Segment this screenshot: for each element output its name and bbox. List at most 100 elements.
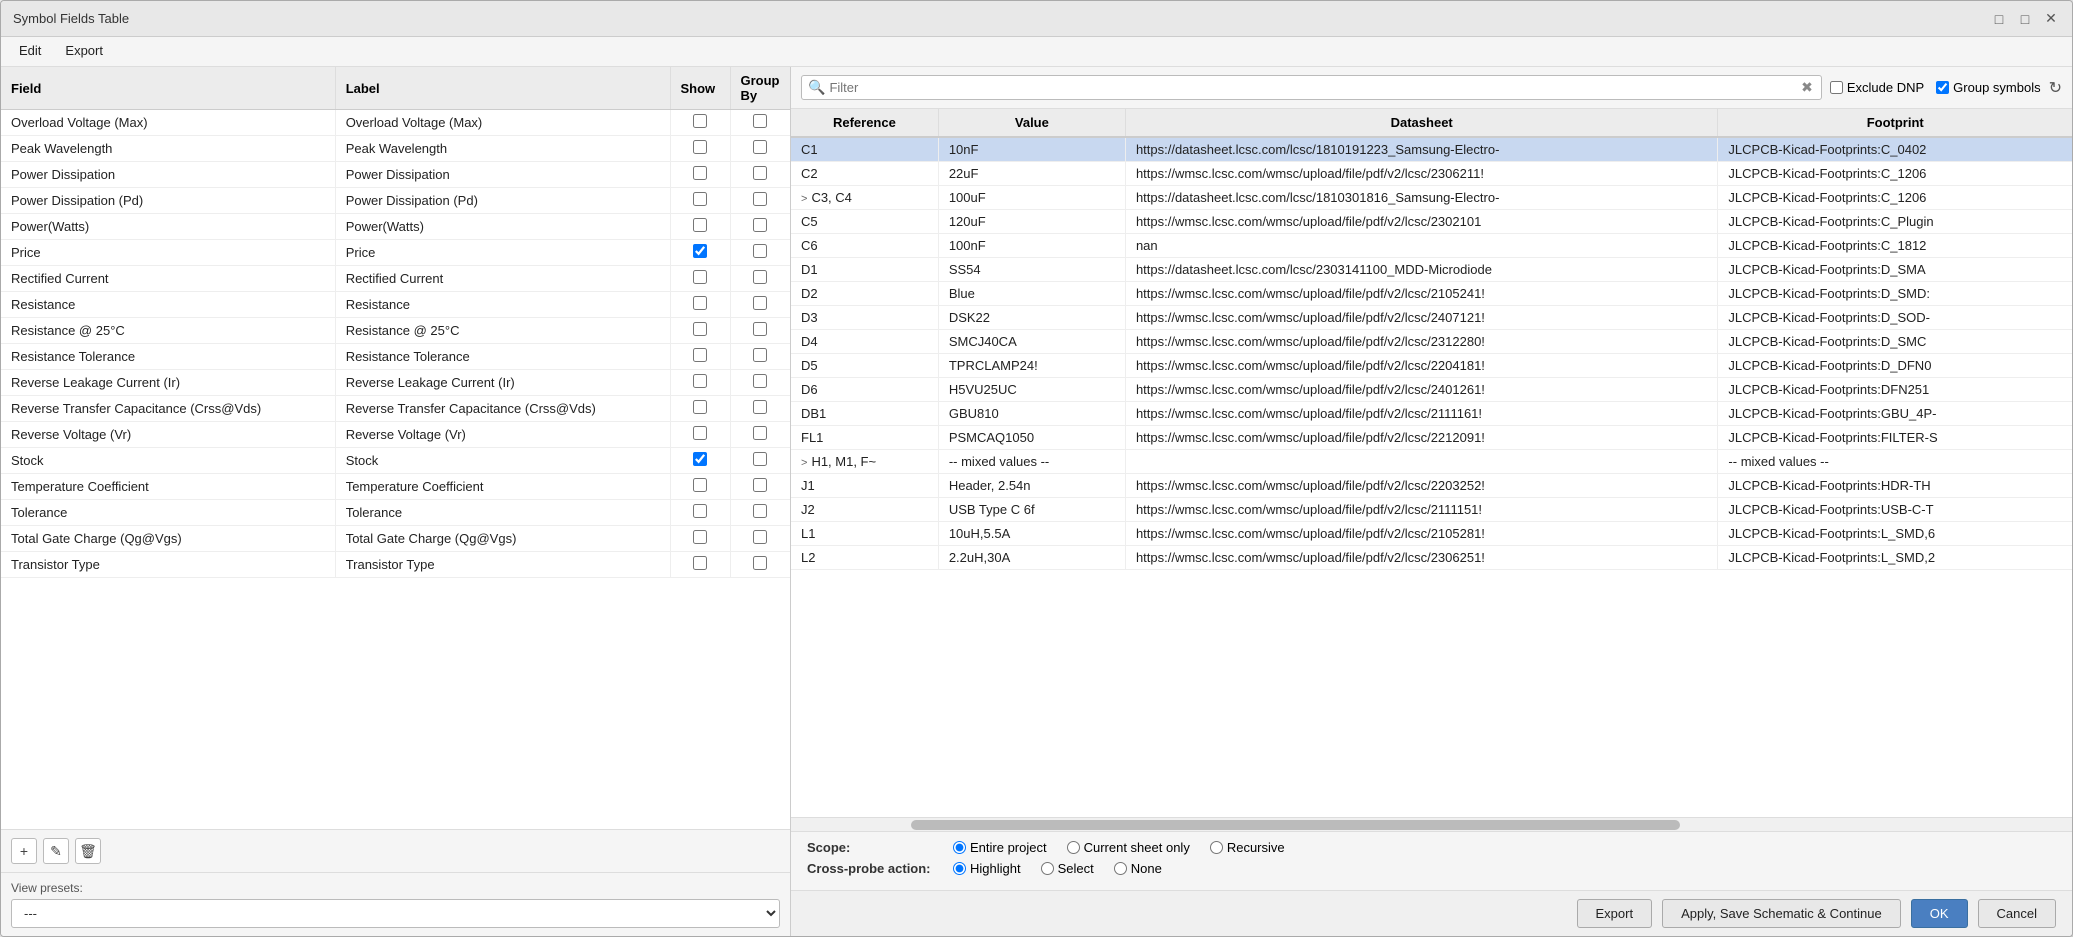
group-by-cell[interactable]	[730, 448, 790, 474]
menu-edit[interactable]: Edit	[9, 41, 51, 62]
show-checkbox[interactable]	[693, 218, 707, 232]
show-cell[interactable]	[670, 552, 730, 578]
show-cell[interactable]	[670, 396, 730, 422]
show-checkbox[interactable]	[693, 556, 707, 570]
show-checkbox[interactable]	[693, 374, 707, 388]
show-cell[interactable]	[670, 292, 730, 318]
data-row[interactable]: DB1GBU810https://wmsc.lcsc.com/wmsc/uplo…	[791, 402, 2072, 426]
edit-field-button[interactable]: ✎	[43, 838, 69, 864]
group-by-cell[interactable]	[730, 240, 790, 266]
data-row[interactable]: J1Header, 2.54nhttps://wmsc.lcsc.com/wms…	[791, 474, 2072, 498]
show-checkbox[interactable]	[693, 166, 707, 180]
group-by-checkbox[interactable]	[753, 296, 767, 310]
delete-field-button[interactable]: 🗑	[75, 838, 101, 864]
minimize-button[interactable]: □	[1990, 10, 2008, 28]
group-by-cell[interactable]	[730, 474, 790, 500]
crossprobe-highlight[interactable]: Highlight	[953, 861, 1021, 876]
data-row[interactable]: D2Bluehttps://wmsc.lcsc.com/wmsc/upload/…	[791, 282, 2072, 306]
filter-input[interactable]	[829, 80, 1795, 95]
data-row[interactable]: C5120uFhttps://wmsc.lcsc.com/wmsc/upload…	[791, 210, 2072, 234]
group-by-cell[interactable]	[730, 162, 790, 188]
crossprobe-select[interactable]: Select	[1041, 861, 1094, 876]
group-by-cell[interactable]	[730, 552, 790, 578]
scope-current-sheet-radio[interactable]	[1067, 841, 1080, 854]
show-checkbox[interactable]	[693, 426, 707, 440]
group-by-cell[interactable]	[730, 500, 790, 526]
data-row[interactable]: L22.2uH,30Ahttps://wmsc.lcsc.com/wmsc/up…	[791, 546, 2072, 570]
show-cell[interactable]	[670, 500, 730, 526]
data-row[interactable]: D3DSK22https://wmsc.lcsc.com/wmsc/upload…	[791, 306, 2072, 330]
group-by-checkbox[interactable]	[753, 244, 767, 258]
data-row[interactable]: D6H5VU25UChttps://wmsc.lcsc.com/wmsc/upl…	[791, 378, 2072, 402]
scope-entire-project[interactable]: Entire project	[953, 840, 1047, 855]
group-by-checkbox[interactable]	[753, 452, 767, 466]
refresh-button[interactable]: ↻	[2049, 78, 2062, 98]
show-checkbox[interactable]	[693, 348, 707, 362]
group-symbols-wrap[interactable]: Group symbols	[1936, 80, 2040, 95]
scope-recursive[interactable]: Recursive	[1210, 840, 1285, 855]
group-by-cell[interactable]	[730, 188, 790, 214]
group-by-cell[interactable]	[730, 266, 790, 292]
scope-current-sheet[interactable]: Current sheet only	[1067, 840, 1190, 855]
show-cell[interactable]	[670, 474, 730, 500]
show-checkbox[interactable]	[693, 114, 707, 128]
group-by-cell[interactable]	[730, 292, 790, 318]
close-button[interactable]: ✕	[2042, 10, 2060, 28]
data-row[interactable]: J2USB Type C 6fhttps://wmsc.lcsc.com/wms…	[791, 498, 2072, 522]
horizontal-scrollbar[interactable]	[791, 817, 2072, 831]
show-cell[interactable]	[670, 318, 730, 344]
cancel-button[interactable]: Cancel	[1978, 899, 2056, 928]
show-checkbox[interactable]	[693, 270, 707, 284]
show-checkbox[interactable]	[693, 478, 707, 492]
group-by-checkbox[interactable]	[753, 556, 767, 570]
group-by-checkbox[interactable]	[753, 270, 767, 284]
data-row[interactable]: C222uFhttps://wmsc.lcsc.com/wmsc/upload/…	[791, 162, 2072, 186]
maximize-button[interactable]: □	[2016, 10, 2034, 28]
show-checkbox[interactable]	[693, 244, 707, 258]
crossprobe-select-radio[interactable]	[1041, 862, 1054, 875]
show-cell[interactable]	[670, 448, 730, 474]
show-cell[interactable]	[670, 370, 730, 396]
group-by-cell[interactable]	[730, 214, 790, 240]
group-by-checkbox[interactable]	[753, 166, 767, 180]
group-by-cell[interactable]	[730, 344, 790, 370]
ok-button[interactable]: OK	[1911, 899, 1968, 928]
group-by-checkbox[interactable]	[753, 478, 767, 492]
group-by-cell[interactable]	[730, 110, 790, 136]
data-row[interactable]: D5TPRCLAMP24!https://wmsc.lcsc.com/wmsc/…	[791, 354, 2072, 378]
data-row[interactable]: D1SS54https://datasheet.lcsc.com/lcsc/23…	[791, 258, 2072, 282]
apply-save-button[interactable]: Apply, Save Schematic & Continue	[1662, 899, 1901, 928]
exclude-dnp-checkbox[interactable]	[1830, 81, 1843, 94]
show-checkbox[interactable]	[693, 140, 707, 154]
group-by-checkbox[interactable]	[753, 322, 767, 336]
data-row[interactable]: > H1, M1, F~-- mixed values ---- mixed v…	[791, 450, 2072, 474]
show-cell[interactable]	[670, 266, 730, 292]
group-by-checkbox[interactable]	[753, 400, 767, 414]
show-cell[interactable]	[670, 162, 730, 188]
group-by-cell[interactable]	[730, 318, 790, 344]
show-cell[interactable]	[670, 344, 730, 370]
group-expand-icon[interactable]: >	[801, 193, 807, 205]
export-button[interactable]: Export	[1577, 899, 1653, 928]
group-by-cell[interactable]	[730, 396, 790, 422]
show-checkbox[interactable]	[693, 296, 707, 310]
data-row[interactable]: > C3, C4100uFhttps://datasheet.lcsc.com/…	[791, 186, 2072, 210]
menu-export[interactable]: Export	[55, 41, 113, 62]
show-checkbox[interactable]	[693, 504, 707, 518]
group-by-checkbox[interactable]	[753, 192, 767, 206]
filter-clear-button[interactable]: ✖	[1799, 79, 1815, 96]
exclude-dnp-wrap[interactable]: Exclude DNP	[1830, 80, 1924, 95]
show-checkbox[interactable]	[693, 400, 707, 414]
group-expand-icon[interactable]: >	[801, 457, 807, 469]
crossprobe-highlight-radio[interactable]	[953, 862, 966, 875]
group-by-checkbox[interactable]	[753, 426, 767, 440]
group-symbols-checkbox[interactable]	[1936, 81, 1949, 94]
presets-select[interactable]: ---	[11, 899, 780, 928]
group-by-cell[interactable]	[730, 370, 790, 396]
show-cell[interactable]	[670, 110, 730, 136]
group-by-cell[interactable]	[730, 136, 790, 162]
crossprobe-none-radio[interactable]	[1114, 862, 1127, 875]
add-field-button[interactable]: +	[11, 838, 37, 864]
show-cell[interactable]	[670, 526, 730, 552]
show-cell[interactable]	[670, 422, 730, 448]
